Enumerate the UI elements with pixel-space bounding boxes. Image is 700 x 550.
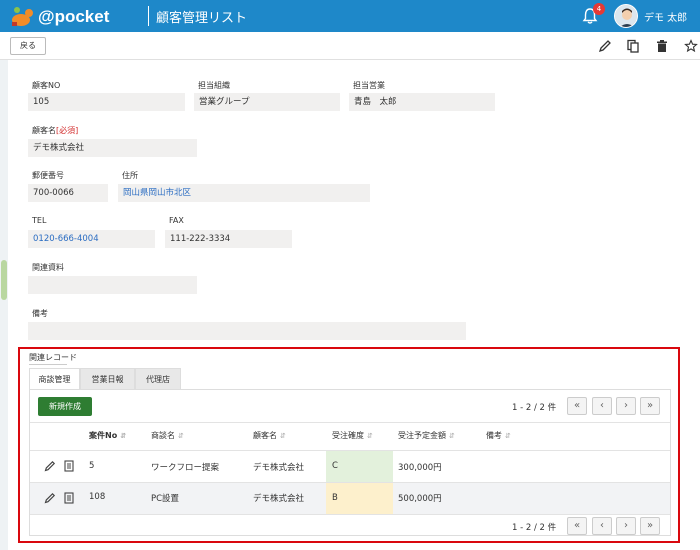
table-top-border	[30, 422, 670, 423]
customer-no-field[interactable]: 105	[28, 93, 185, 111]
tel-field[interactable]: 0120-666-4004	[28, 230, 155, 248]
postal-field[interactable]: 700-0066	[28, 184, 108, 202]
sales-rep-label: 担当営業	[353, 81, 385, 90]
left-background-strip	[0, 60, 8, 550]
document-icon[interactable]	[63, 460, 75, 472]
customer-name-label-text: 顧客名	[32, 126, 56, 135]
col-header-confidence[interactable]: 受注確度 ⇵	[332, 430, 373, 441]
row-customer: デモ株式会社	[253, 463, 305, 473]
confidence-value: B	[332, 493, 338, 503]
pagination-count-bottom: 1 - 2 / 2 件	[512, 523, 557, 533]
logo-text: @pocket	[38, 7, 110, 26]
page-title: 顧客管理リスト	[156, 11, 248, 26]
col-header-name-text: 商談名	[151, 431, 175, 440]
sort-icon[interactable]: ⇵	[367, 432, 373, 440]
next-page-button-top[interactable]: ›	[616, 397, 636, 415]
pagination-count-top: 1 - 2 / 2 件	[512, 403, 557, 413]
notes-field[interactable]	[28, 322, 466, 340]
user-avatar-icon	[615, 5, 637, 27]
sales-rep-field[interactable]: 青島 太郎	[349, 93, 495, 111]
sort-icon[interactable]: ⇵	[505, 432, 511, 440]
org-field[interactable]: 営業グループ	[194, 93, 340, 111]
prev-page-button-bottom[interactable]: ‹	[592, 517, 612, 535]
row-amount: 500,000円	[398, 494, 442, 504]
sort-icon[interactable]: ⇵	[178, 432, 184, 440]
col-header-customer[interactable]: 顧客名 ⇵	[253, 430, 286, 441]
customer-name-field[interactable]: デモ株式会社	[28, 139, 197, 157]
related-records-title: 関連レコード	[29, 353, 77, 362]
col-header-customer-text: 顧客名	[253, 431, 277, 440]
last-page-button-bottom[interactable]: »	[640, 517, 660, 535]
row-name[interactable]: PC設置	[151, 492, 179, 504]
row-name[interactable]: ワークフロー提案	[151, 461, 219, 473]
address-field[interactable]: 岡山県岡山市北区	[118, 184, 370, 202]
customer-no-label: 顧客NO	[32, 81, 61, 90]
row-separator	[30, 514, 670, 515]
docs-label: 関連資料	[32, 263, 64, 272]
address-label: 住所	[122, 171, 138, 180]
app-logo[interactable]: @pocket	[8, 4, 138, 28]
confidence-value: C	[332, 461, 338, 471]
col-header-confidence-text: 受注確度	[332, 431, 364, 440]
tab-agencies[interactable]: 代理店	[135, 368, 181, 390]
col-header-amount[interactable]: 受注予定金額 ⇵	[398, 430, 455, 441]
customer-name-label: 顧客名[必須]	[32, 125, 78, 136]
prev-page-button-top[interactable]: ‹	[592, 397, 612, 415]
user-name[interactable]: デモ 太郎	[644, 9, 687, 24]
last-page-button-top[interactable]: »	[640, 397, 660, 415]
toolbar: 戻る	[0, 32, 700, 60]
back-button[interactable]: 戻る	[10, 37, 46, 55]
confidence-cell: C	[326, 451, 393, 482]
confidence-cell: B	[326, 483, 393, 514]
document-icon[interactable]	[63, 492, 75, 504]
pencil-icon[interactable]	[44, 460, 56, 472]
kangaroo-logo-icon	[12, 7, 33, 26]
app-header: @pocket 顧客管理リスト 4 デモ 太郎	[0, 0, 700, 32]
col-header-notes-text: 備考	[486, 431, 502, 440]
header-separator	[148, 6, 149, 26]
new-record-button[interactable]: 新規作成	[38, 397, 92, 416]
row-amount: 300,000円	[398, 463, 442, 473]
avatar[interactable]	[614, 4, 638, 28]
row-no: 5	[89, 461, 95, 471]
tel-label: TEL	[32, 216, 47, 225]
pencil-icon[interactable]	[44, 492, 56, 504]
required-mark: [必須]	[56, 126, 79, 135]
postal-label: 郵便番号	[32, 171, 64, 180]
col-header-amount-text: 受注予定金額	[398, 431, 446, 440]
related-title-underline	[29, 364, 67, 365]
copy-icon[interactable]	[626, 39, 640, 53]
notification-badge: 4	[593, 3, 605, 15]
col-header-notes[interactable]: 備考 ⇵	[486, 430, 511, 441]
fax-label: FAX	[169, 216, 184, 225]
col-header-no-text: 案件No	[89, 431, 118, 440]
first-page-button-top[interactable]: «	[567, 397, 587, 415]
docs-field[interactable]	[28, 276, 197, 294]
notes-label: 備考	[32, 309, 48, 318]
fax-field[interactable]: 111-222-3334	[165, 230, 292, 248]
next-page-button-bottom[interactable]: ›	[616, 517, 636, 535]
org-label: 担当組織	[198, 81, 230, 90]
tab-daily-reports[interactable]: 営業日報	[80, 368, 135, 390]
star-icon[interactable]	[684, 39, 698, 53]
row-no: 108	[89, 492, 106, 502]
tab-deals[interactable]: 商談管理	[29, 368, 80, 390]
sort-icon[interactable]: ⇵	[280, 432, 286, 440]
pencil-icon[interactable]	[598, 39, 612, 53]
first-page-button-bottom[interactable]: «	[567, 517, 587, 535]
row-customer: デモ株式会社	[253, 494, 305, 504]
decorative-strip	[1, 260, 7, 300]
sort-icon[interactable]: ⇵	[449, 432, 455, 440]
col-header-name[interactable]: 商談名 ⇵	[151, 430, 184, 441]
sort-icon[interactable]: ⇵	[120, 432, 126, 440]
col-header-no[interactable]: 案件No ⇵	[89, 430, 126, 441]
trash-icon[interactable]	[655, 39, 669, 53]
